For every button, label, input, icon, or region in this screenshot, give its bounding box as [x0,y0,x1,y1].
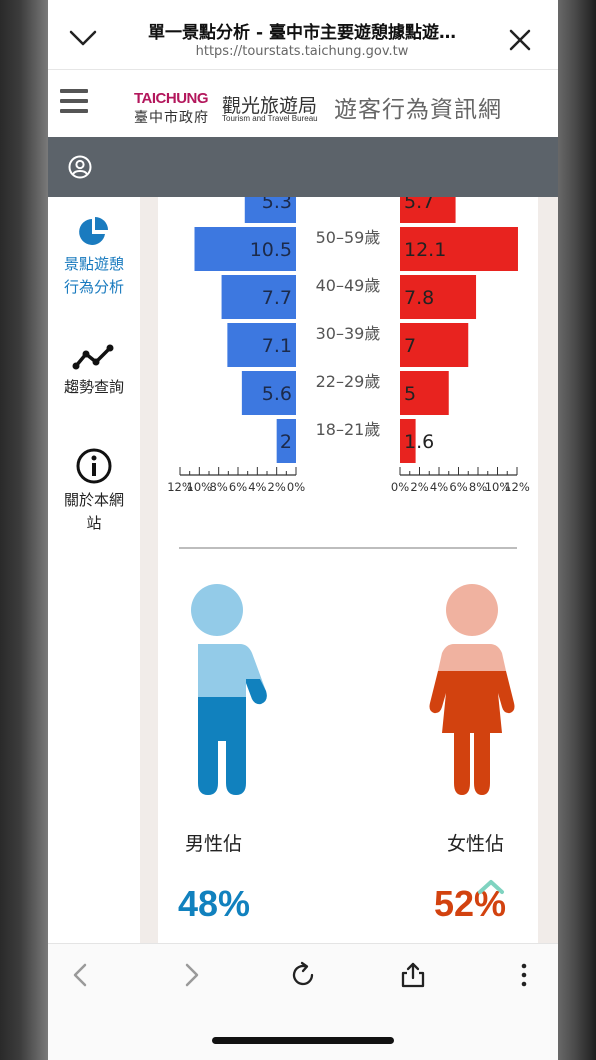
sidebar: 景點遊憩 行為分析 趨勢查詢 關於本網 站 [48,197,140,943]
browser-bottom-bar [48,943,558,1060]
home-indicator [212,1037,394,1044]
section-divider [179,547,517,549]
male-value-label: 10.5 [250,239,292,261]
male-axis-tick-label: 6% [229,480,247,494]
male-value-label: 2 [280,431,292,453]
female-axis-tick-label: 12% [504,480,530,494]
male-label: 男性佔 [185,833,243,855]
male-value-label: 5.6 [262,383,292,405]
logo-en-text: TAICHUNG [134,90,209,107]
trend-line-icon [72,344,114,370]
pie-chart-icon [79,217,108,245]
female-value-label: 7.8 [404,287,434,309]
male-value-label: 7.1 [262,335,292,357]
male-value-label: 5.3 [262,197,292,213]
browser-window: 單一景點分析 - 臺中市主要遊憩據點遊… https://tourstats.t… [48,0,558,1060]
browser-top-bar: 單一景點分析 - 臺中市主要遊憩據點遊… https://tourstats.t… [48,0,558,70]
more-icon[interactable] [509,960,539,990]
age-group-label: 40–49歲 [316,276,381,295]
sidebar-item-trend[interactable]: 趨勢查詢 [48,342,140,399]
chevron-down-icon[interactable] [68,26,98,50]
hamburger-menu-icon[interactable] [60,89,88,115]
age-gender-pyramid-chart: 5.3 5.7 60~64歲 10.5 12.1 50–59歲 7.7 7.8 40–49歲 7.… [167,197,530,494]
back-icon[interactable] [66,960,96,990]
site-header: TAICHUNG 臺中市政府 觀光旅遊局 Tourism and Travel … [48,70,558,137]
male-percentage: 48% [178,883,251,924]
age-group-label: 50–59歲 [316,228,381,247]
female-value-label: 1.6 [404,431,434,453]
site-title: 遊客行為資訊網 [334,97,502,123]
sidebar-item-label: 景點遊憩 [63,255,124,273]
female-axis-tick-label: 2% [410,480,428,494]
share-icon[interactable] [398,960,428,990]
female-value-label: 5 [404,383,416,405]
sidebar-item-label-2: 行為分析 [63,278,124,296]
close-icon[interactable] [508,28,532,52]
female-value-label: 5.7 [404,197,434,213]
browser-page-title: 單一景點分析 - 臺中市主要遊憩據點遊… [148,23,456,43]
browser-url[interactable]: https://tourstats.taichung.gov.tw [112,44,492,59]
sidebar-item-label-2: 站 [86,514,102,532]
age-group-label: 22–29歲 [316,372,381,391]
forward-icon[interactable] [176,960,206,990]
female-value-label: 12.1 [404,239,446,261]
male-figure-icon [191,584,267,795]
female-axis-tick-label: 4% [430,480,448,494]
user-icon[interactable] [68,155,92,179]
sidebar-item-label: 關於本網 [63,491,124,509]
male-value-label: 7.7 [262,287,292,309]
male-axis-tick-label: 2% [268,480,286,494]
scroll-to-top-icon[interactable] [476,877,506,897]
bureau-en-text: Tourism and Travel Bureau [222,114,318,123]
sidebar-item-about[interactable]: 關於本網 站 [48,447,140,535]
sidebar-item-label: 趨勢查詢 [63,378,124,396]
sidebar-item-attraction-analysis[interactable]: 景點遊憩 行為分析 [48,215,140,299]
taichung-logo[interactable]: TAICHUNG 臺中市政府 觀光旅遊局 Tourism and Travel … [134,90,324,126]
reload-icon[interactable] [288,960,318,990]
female-axis-tick-label: 6% [449,480,467,494]
male-axis-tick-label: 0% [287,480,305,494]
male-axis-tick-label: 10% [187,480,213,494]
female-label: 女性佔 [447,833,505,855]
male-axis-tick-label: 4% [248,480,266,494]
female-figure-icon [429,584,515,795]
male-axis-tick-label: 8% [210,480,228,494]
user-bar [48,137,558,197]
main-content: 5.3 5.7 60~64歲 10.5 12.1 50–59歲 7.7 7.8 40–49歲 7.… [158,197,538,943]
age-group-label: 60~64歲 [313,197,383,199]
female-value-label: 7 [404,335,416,357]
logo-zh-text: 臺中市政府 [134,110,209,126]
age-group-label: 18–21歲 [316,420,381,439]
age-group-label: 30–39歲 [316,324,381,343]
info-icon [76,448,112,484]
female-axis-tick-label: 0% [391,480,409,494]
